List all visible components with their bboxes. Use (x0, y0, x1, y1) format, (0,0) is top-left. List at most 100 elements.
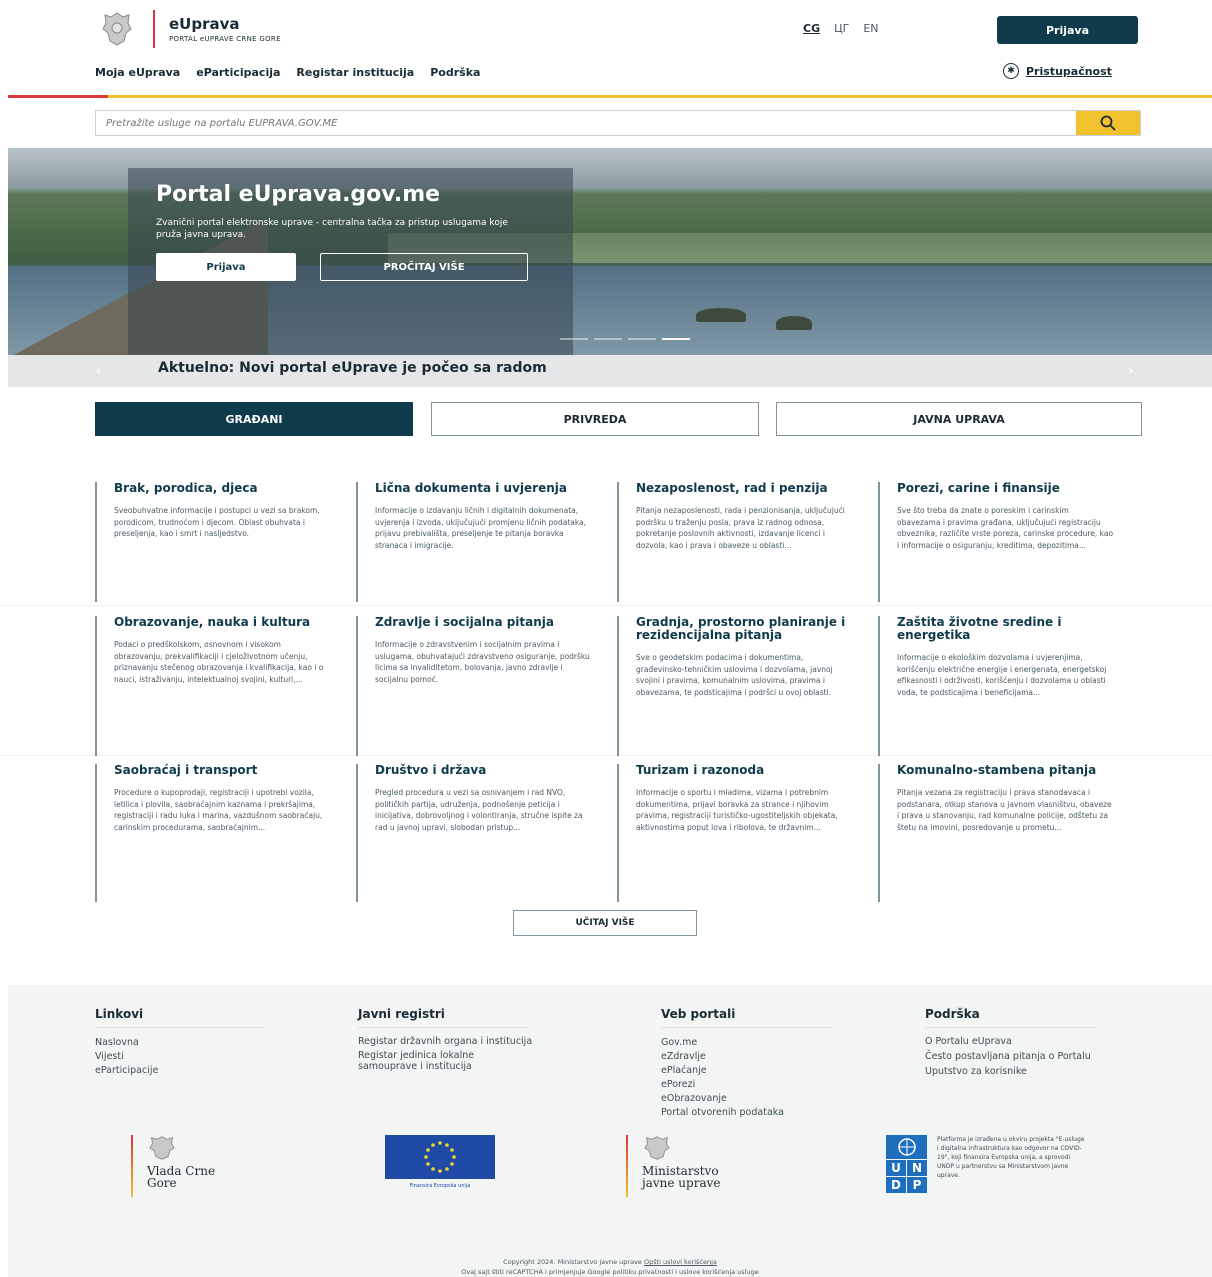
site-header: eUprava PORTAL eUPRAVE CRNE GORE CG ЦГ E… (0, 0, 1212, 98)
category-card[interactable]: Brak, porodica, djeca Sveobuhvatne infor… (95, 482, 331, 602)
accessibility-link[interactable]: ✱ Pristupačnost (1003, 63, 1112, 79)
login-button[interactable]: Prijava (997, 16, 1138, 44)
category-title: Društvo i država (375, 763, 487, 777)
chevron-right-icon[interactable]: › (1128, 363, 1134, 379)
accessibility-label: Pristupačnost (1026, 64, 1112, 78)
footer-link[interactable]: Vijesti (95, 1050, 265, 1064)
undp-emblem-icon (886, 1135, 927, 1159)
nav-item-podrska[interactable]: Podrška (430, 66, 480, 79)
category-card[interactable]: Porezi, carine i finansije Sve što treba… (878, 482, 1114, 602)
category-description: Informacije o izdavanju ličnih i digital… (375, 506, 587, 550)
undp-logo-icon: UNDP (886, 1160, 927, 1193)
category-description: Sveobuhvatne informacije i postupci u ve… (114, 506, 320, 538)
footer-link[interactable]: ePlaćanje (661, 1064, 831, 1078)
footer-column-title: Podrška (925, 1007, 1095, 1028)
language-cg[interactable]: CG (803, 22, 820, 35)
footer-link[interactable]: eZdravlje (661, 1050, 831, 1064)
footer-link[interactable]: Često postavljana pitanja o Portalu (925, 1051, 1095, 1063)
category-description: Informacije o zdravstvenim i socijalnim … (375, 640, 590, 684)
hero-background-island (776, 316, 812, 330)
category-title: Saobraćaj i transport (114, 763, 258, 777)
nav-item-moja-euprava[interactable]: Moja eUprava (95, 66, 180, 79)
category-title: Nezaposlenost, rad i penzija (636, 481, 828, 495)
search-button[interactable] (1076, 111, 1140, 135)
carousel-dot[interactable] (662, 338, 690, 340)
audience-tabs: GRAĐANI PRIVREDA JAVNA UPRAVA (95, 402, 1142, 436)
category-card[interactable]: Nezaposlenost, rad i penzija Pitanja nez… (617, 482, 853, 602)
hero-read-more-button[interactable]: PROČITAJ VIŠE (320, 253, 528, 281)
recaptcha-text: Ovaj sajt štiti reCAPTCHA i primjenjuje … (461, 1268, 759, 1276)
footer-link[interactable]: eObrazovanje (661, 1092, 831, 1106)
site-logo[interactable]: eUprava PORTAL eUPRAVE CRNE GORE (95, 10, 281, 48)
tab-javna-uprava[interactable]: JAVNA UPRAVA (776, 402, 1142, 436)
category-description: Informacije o ekološkim dozvolama i uvje… (897, 653, 1107, 697)
language-cyrillic[interactable]: ЦГ (834, 22, 849, 35)
footer-link[interactable]: ePorezi (661, 1078, 831, 1092)
brand-subtitle: PORTAL eUPRAVE CRNE GORE (169, 34, 281, 43)
category-description: Procedure o kupoprodaji, registraciji i … (114, 788, 323, 832)
partner-ministarstvo-logo: Ministarstvo javne uprave (626, 1135, 752, 1197)
site-footer: Linkovi Naslovna Vijesti eParticipacije … (8, 985, 1212, 1277)
category-title: Komunalno-stambena pitanja (897, 763, 1097, 777)
footer-link[interactable]: Registar državnih organa i institucija (358, 1036, 533, 1047)
language-en[interactable]: EN (863, 22, 878, 35)
terms-link[interactable]: Opšti uslovi korišćenja (644, 1258, 717, 1266)
category-title: Gradnja, prostorno planiranje i rezidenc… (636, 615, 846, 642)
footer-link[interactable]: Naslovna (95, 1036, 265, 1050)
logo-divider (626, 1135, 628, 1197)
footer-link[interactable]: Gov.me (661, 1036, 831, 1050)
category-title: Turizam i razonoda (636, 763, 765, 777)
category-title: Brak, porodica, djeca (114, 481, 258, 495)
category-card[interactable]: Obrazovanje, nauka i kultura Podaci o pr… (95, 616, 331, 756)
category-description: Sve o geodetskim podacima i dokumentima,… (636, 653, 833, 697)
accessibility-icon: ✱ (1003, 63, 1019, 79)
category-card[interactable]: Društvo i država Pregled procedura u vez… (356, 764, 592, 902)
news-ticker: ‹ Aktuelno: Novi portal eUprave je počeo… (8, 355, 1212, 387)
search-icon (1100, 115, 1116, 131)
category-card[interactable]: Saobraćaj i transport Procedure o kupopr… (95, 764, 331, 902)
category-description: Podaci o predškolskom, osnovnom i visoko… (114, 640, 324, 684)
footer-column-title: Javni registri (358, 1007, 528, 1028)
carousel-dot[interactable] (560, 338, 588, 340)
category-card[interactable]: Zdravlje i socijalna pitanja Informacije… (356, 616, 592, 756)
nav-item-eparticipacija[interactable]: eParticipacija (196, 66, 280, 79)
carousel-dot[interactable] (594, 338, 622, 340)
hero-panel: Portal eUprava.gov.me Zvanični portal el… (128, 168, 573, 355)
hero-login-button[interactable]: Prijava (156, 253, 296, 281)
header-divider (8, 95, 1212, 98)
tab-privreda[interactable]: PRIVREDA (431, 402, 759, 436)
news-headline[interactable]: Aktuelno: Novi portal eUprave je počeo s… (158, 360, 547, 376)
undp-project-text: Platforma je izrađena u okviru projekta … (937, 1136, 1085, 1179)
coat-of-arms-icon (95, 10, 139, 48)
footer-link[interactable]: Uputstvo za korisnike (925, 1066, 1095, 1078)
partner-undp: UNDP Platforma je izrađena u okviru proj… (886, 1135, 1087, 1193)
footer-link[interactable]: Registar jedinica lokalne samouprave i i… (358, 1050, 533, 1072)
category-title: Lična dokumenta i uvjerenja (375, 481, 567, 495)
carousel-indicators (560, 338, 690, 340)
logo-divider (131, 1135, 133, 1197)
partner-ministarstvo-name: Ministarstvo javne uprave (642, 1164, 721, 1190)
partner-vlada-name: Vlada Crne Gore (147, 1164, 216, 1190)
footer-link[interactable]: Portal otvorenih podataka (661, 1106, 831, 1120)
chevron-left-icon[interactable]: ‹ (96, 363, 102, 379)
footer-link[interactable]: O Portalu eUprava (925, 1036, 1095, 1048)
footer-link[interactable]: eParticipacije (95, 1064, 265, 1078)
search-input[interactable] (96, 111, 1076, 135)
brand-title: eUprava (169, 14, 240, 33)
category-card[interactable]: Turizam i razonoda Informacije o sportu … (617, 764, 853, 902)
category-card[interactable]: Zaštita životne sredine i energetika Inf… (878, 616, 1114, 756)
search-bar (95, 110, 1141, 136)
category-card[interactable]: Gradnja, prostorno planiranje i rezidenc… (617, 616, 853, 756)
carousel-dot[interactable] (628, 338, 656, 340)
load-more-button[interactable]: UČITAJ VIŠE (513, 910, 697, 936)
footer-column-title: Linkovi (95, 1007, 265, 1028)
category-card[interactable]: Komunalno-stambena pitanja Pitanja vezan… (878, 764, 1114, 902)
tab-gradjani[interactable]: GRAĐANI (95, 402, 413, 436)
footer-column-title: Veb portali (661, 1007, 831, 1028)
category-title: Zdravlje i socijalna pitanja (375, 615, 555, 629)
nav-item-registar-institucija[interactable]: Registar institucija (296, 66, 414, 79)
copyright: Copyright 2024. Ministarstvo javne uprav… (8, 1257, 1212, 1277)
category-description: Pregled procedura u vezi sa osnivanjem i… (375, 788, 583, 832)
category-card[interactable]: Lična dokumenta i uvjerenja Informacije … (356, 482, 592, 602)
footer-column-javni-registri: Javni registri Registar državnih organa … (358, 1007, 533, 1072)
